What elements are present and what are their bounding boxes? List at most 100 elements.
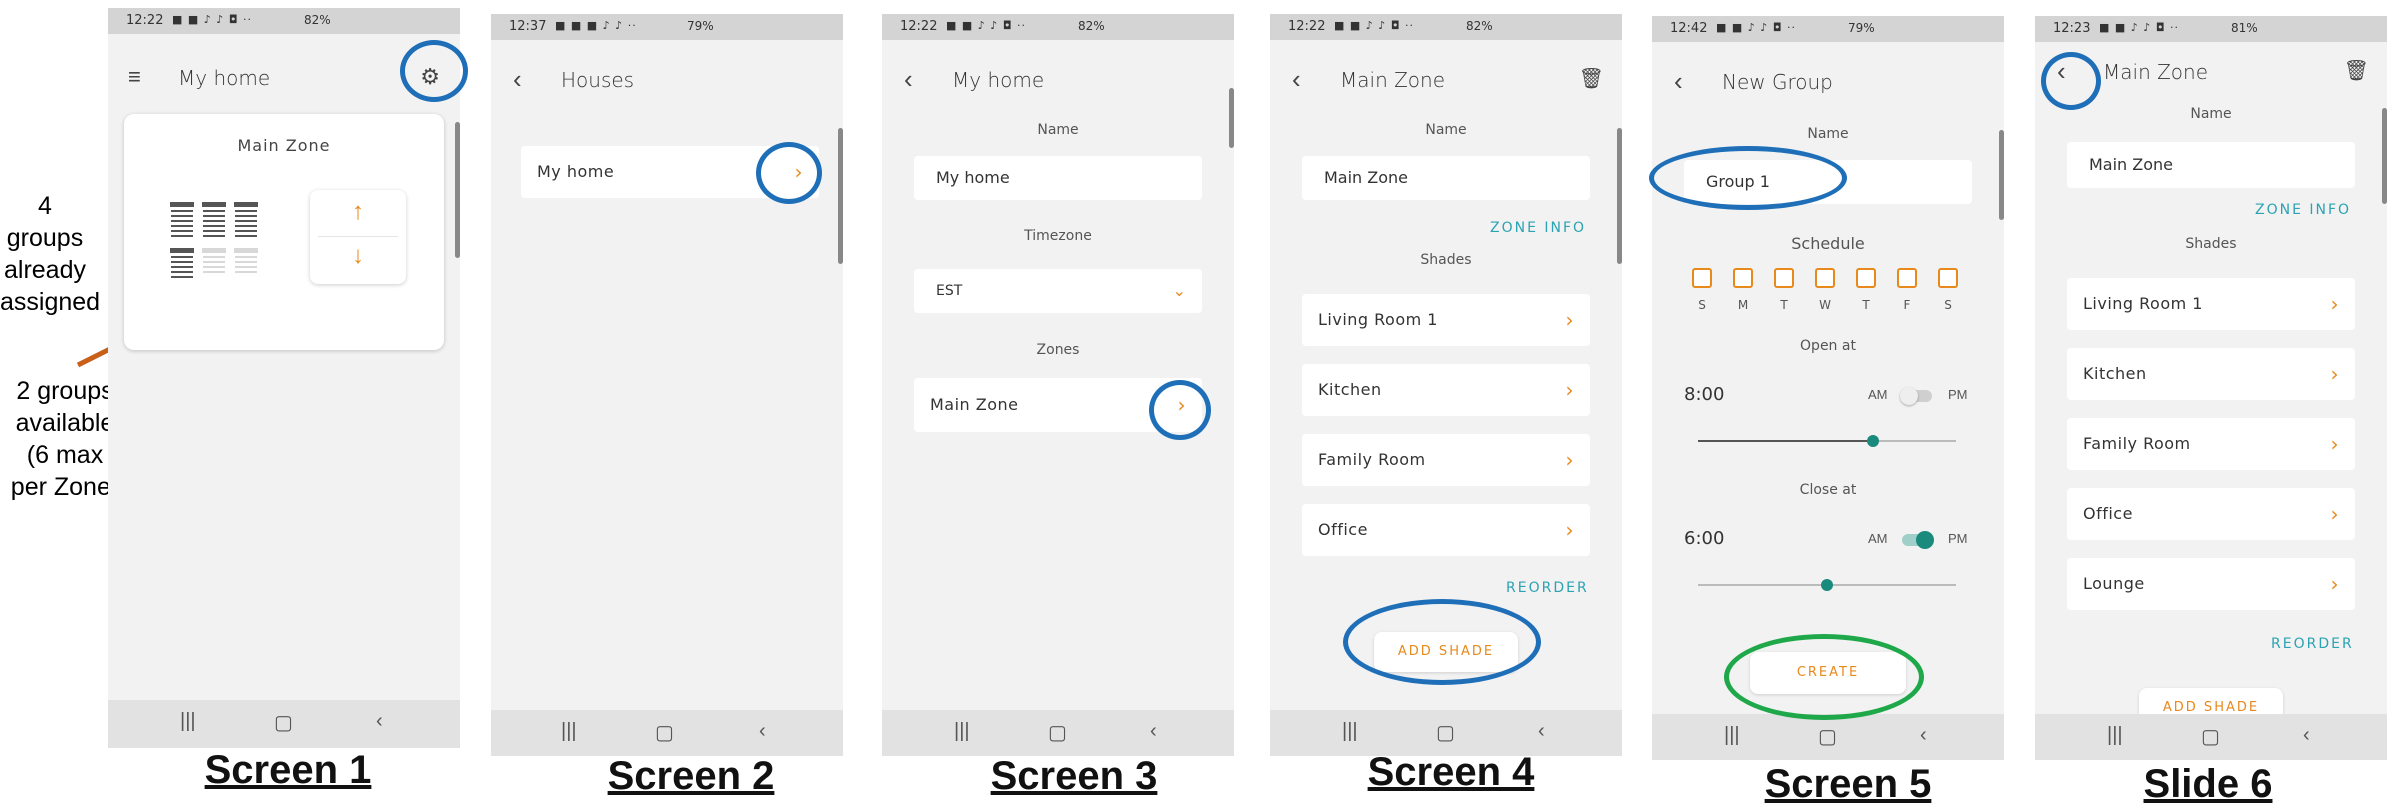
status-bar: 12:42 ■ ■ ♪ ♪ ◘ ·· 79% xyxy=(1652,16,2004,42)
house-row[interactable]: My home › xyxy=(521,146,819,198)
reorder-link[interactable]: REORDER xyxy=(1506,580,1589,596)
close-arrow-icon[interactable]: ↓ xyxy=(310,242,406,270)
back-arrow-icon[interactable]: ‹ xyxy=(513,64,522,95)
home-icon[interactable]: ▢ xyxy=(1436,720,1455,745)
zone-card[interactable]: Main Zone ↑ ↓ xyxy=(124,114,444,350)
status-bar: 12:23 ■ ■ ♪ ♪ ◘ ·· 81% xyxy=(2035,16,2387,42)
chevron-right-icon: › xyxy=(2330,502,2339,526)
back-nav-icon[interactable]: ‹ xyxy=(759,720,766,743)
home-icon[interactable]: ▢ xyxy=(655,720,674,745)
name-field[interactable]: Main Zone xyxy=(2067,142,2355,188)
close-time-slider[interactable] xyxy=(1698,579,1956,591)
day-checkbox[interactable]: M xyxy=(1733,268,1753,312)
home-icon[interactable]: ▢ xyxy=(1048,720,1067,745)
recent-apps-icon[interactable]: ||| xyxy=(180,710,196,733)
checkbox-box xyxy=(1856,268,1876,288)
back-nav-icon[interactable]: ‹ xyxy=(376,710,383,733)
home-icon[interactable]: ▢ xyxy=(274,710,293,735)
open-time-slider[interactable] xyxy=(1698,435,1956,447)
day-checkbox[interactable]: T xyxy=(1774,268,1794,312)
day-label: M xyxy=(1737,298,1749,312)
caption-screen-4: Screen 4 xyxy=(1367,750,1535,794)
shade-row[interactable]: Kitchen › xyxy=(2067,348,2355,400)
timezone-select[interactable]: EST ⌄ xyxy=(914,269,1202,313)
back-nav-icon[interactable]: ‹ xyxy=(1538,720,1545,743)
back-arrow-icon[interactable]: ‹ xyxy=(1674,66,1683,97)
open-ampm-toggle[interactable] xyxy=(1900,387,1932,405)
reorder-link[interactable]: REORDER xyxy=(2271,636,2354,652)
back-arrow-icon[interactable]: ‹ xyxy=(904,64,913,95)
close-ampm-toggle[interactable] xyxy=(1902,531,1934,549)
notification-icons: ■ ■ ♪ ♪ ◘ ·· xyxy=(946,19,1027,32)
back-arrow-icon[interactable]: ‹ xyxy=(2057,56,2066,87)
name-field[interactable]: My home xyxy=(914,156,1202,200)
page-title: Main Zone xyxy=(2103,60,2209,84)
create-button[interactable]: CREATE xyxy=(1750,652,1906,694)
shade-row[interactable]: Family Room › xyxy=(1302,434,1590,486)
recent-apps-icon[interactable]: ||| xyxy=(1724,724,1740,747)
recent-apps-icon[interactable]: ||| xyxy=(1342,720,1358,743)
shade-row[interactable]: Living Room 1 › xyxy=(2067,278,2355,330)
shades-label: Shades xyxy=(2185,236,2237,252)
trash-icon[interactable]: 🗑 xyxy=(2344,58,2369,83)
day-checkbox[interactable]: S xyxy=(1692,268,1712,312)
shade-row[interactable]: Office › xyxy=(2067,488,2355,540)
back-nav-icon[interactable]: ‹ xyxy=(1150,720,1157,743)
back-arrow-icon[interactable]: ‹ xyxy=(1292,64,1301,95)
shade-row[interactable]: Family Room › xyxy=(2067,418,2355,470)
chevron-right-icon: › xyxy=(2330,432,2339,456)
zone-row[interactable]: Main Zone › xyxy=(914,378,1202,432)
back-nav-icon[interactable]: ‹ xyxy=(1920,724,1927,747)
name-field[interactable]: Main Zone xyxy=(1302,156,1590,200)
zone-info-link[interactable]: ZONE INFO xyxy=(2255,202,2351,218)
slider-thumb[interactable] xyxy=(1867,435,1880,447)
group-name-field[interactable]: Group 1 xyxy=(1684,160,1972,204)
chevron-right-icon: › xyxy=(1565,308,1574,332)
name-label: Name xyxy=(1807,126,1849,142)
add-shade-button[interactable]: ADD SHADE xyxy=(1374,632,1518,672)
chevron-right-icon: › xyxy=(794,160,803,184)
open-time[interactable]: 8:00 xyxy=(1684,384,1724,405)
shade-row[interactable]: Kitchen › xyxy=(1302,364,1590,416)
shade-row[interactable]: Lounge › xyxy=(2067,558,2355,610)
caption-screen-1: Screen 1 xyxy=(204,748,372,792)
android-nav-bar: ||| ▢ ‹ xyxy=(2035,714,2387,760)
page-title: My home xyxy=(952,68,1045,92)
toggle-knob xyxy=(1900,387,1918,405)
schedule-label: Schedule xyxy=(1791,234,1865,253)
close-time[interactable]: 6:00 xyxy=(1684,528,1724,549)
recent-apps-icon[interactable]: ||| xyxy=(954,720,970,743)
back-nav-icon[interactable]: ‹ xyxy=(2303,724,2310,747)
open-arrow-icon[interactable]: ↑ xyxy=(310,198,406,226)
zone-info-link[interactable]: ZONE INFO xyxy=(1490,220,1586,236)
day-checkbox[interactable]: T xyxy=(1856,268,1876,312)
day-checkbox[interactable]: W xyxy=(1815,268,1835,312)
open-close-control: ↑ ↓ xyxy=(310,190,406,284)
recent-apps-icon[interactable]: ||| xyxy=(561,720,577,743)
shade-row[interactable]: Office › xyxy=(1302,504,1590,556)
screen-2: 12:37 ■ ■ ■ ♪ ♪ ·· 79% ‹ Houses My home … xyxy=(491,14,843,756)
status-bar: 12:22 ■ ■ ♪ ♪ ◘ ·· 82% xyxy=(1270,14,1622,40)
scroll-indicator xyxy=(838,128,843,264)
menu-icon[interactable]: ≡ xyxy=(128,64,141,90)
chevron-down-icon: ⌄ xyxy=(1172,281,1186,300)
day-label: F xyxy=(1903,298,1911,312)
checkbox-box xyxy=(1938,268,1958,288)
chevron-right-icon: › xyxy=(1565,448,1574,472)
home-icon[interactable]: ▢ xyxy=(1818,724,1837,749)
caption-screen-3: Screen 3 xyxy=(990,754,1158,798)
trash-icon[interactable]: 🗑 xyxy=(1579,66,1604,91)
slider-thumb[interactable] xyxy=(1821,579,1833,591)
scroll-indicator xyxy=(1617,128,1622,264)
shade-row[interactable]: Living Room 1 › xyxy=(1302,294,1590,346)
home-icon[interactable]: ▢ xyxy=(2201,724,2220,749)
gear-icon[interactable]: ⚙ xyxy=(420,64,440,90)
scroll-indicator xyxy=(1999,130,2004,220)
day-checkbox[interactable]: S xyxy=(1938,268,1958,312)
app-bar: ‹ Main Zone 🗑 xyxy=(2035,46,2387,96)
day-label: T xyxy=(1862,298,1870,312)
day-checkbox[interactable]: F xyxy=(1897,268,1917,312)
recent-apps-icon[interactable]: ||| xyxy=(2107,724,2123,747)
day-label: S xyxy=(1698,298,1706,312)
day-label: T xyxy=(1780,298,1788,312)
